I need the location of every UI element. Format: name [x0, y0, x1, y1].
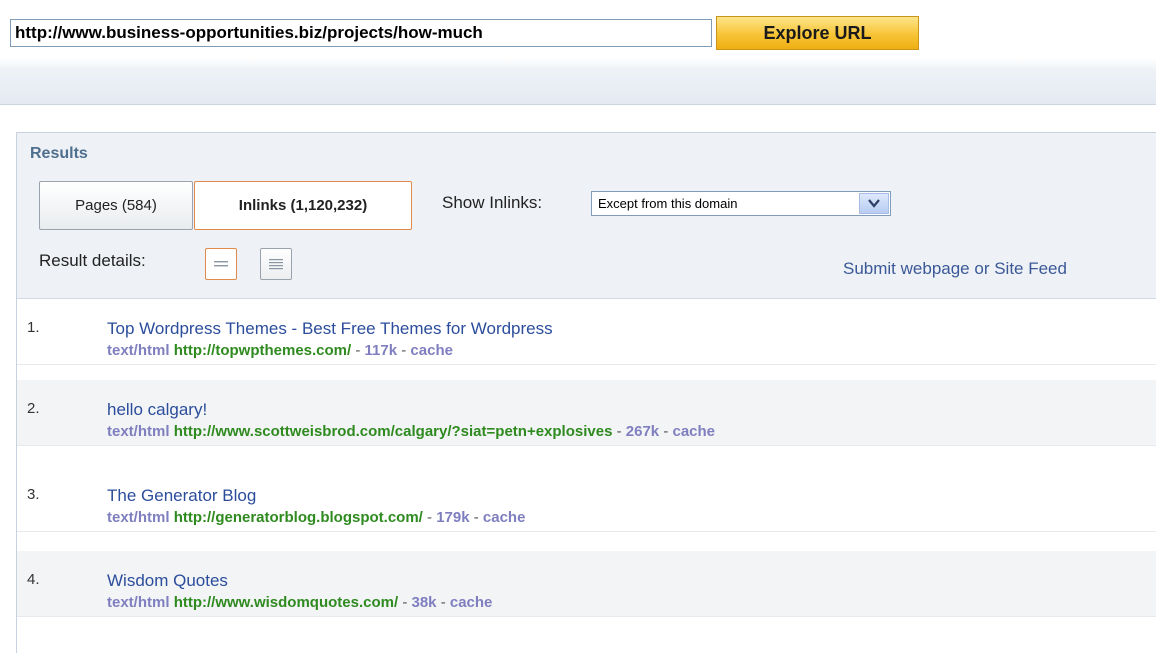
show-inlinks-selected-value: Except from this domain — [598, 196, 738, 211]
result-url-link[interactable]: http://topwpthemes.com/ — [174, 342, 352, 359]
detailed-view-icon — [269, 259, 283, 270]
show-inlinks-label: Show Inlinks: — [442, 193, 543, 212]
separator: - — [355, 342, 361, 359]
url-input[interactable]: http://www.business-opportunities.biz/pr… — [10, 19, 712, 47]
tab-inlinks[interactable]: Inlinks (1,120,232) — [194, 181, 412, 230]
result-size: 38k — [411, 594, 437, 611]
result-title-link[interactable]: The Generator Blog — [107, 486, 256, 506]
separator: - — [427, 509, 433, 526]
result-row: 3. The Generator Blog text/html http://g… — [17, 466, 1156, 532]
result-cache-link[interactable]: cache — [672, 423, 715, 440]
show-inlinks-select[interactable]: Except from this domain — [591, 191, 891, 216]
result-meta: text/html http://topwpthemes.com/ - 117k… — [107, 342, 453, 359]
result-cache-link[interactable]: cache — [450, 594, 493, 611]
results-panel: Results Pages (584) Inlinks (1,120,232) … — [16, 132, 1156, 653]
result-content-type: text/html — [107, 594, 170, 611]
result-size: 179k — [436, 509, 470, 526]
result-title-link[interactable]: Wisdom Quotes — [107, 571, 228, 591]
chevron-down-icon[interactable] — [859, 193, 889, 214]
results-header: Results Pages (584) Inlinks (1,120,232) … — [17, 133, 1156, 299]
result-title-link[interactable]: hello calgary! — [107, 400, 207, 420]
results-title: Results — [30, 145, 88, 162]
result-title-link[interactable]: Top Wordpress Themes - Best Free Themes … — [107, 319, 553, 339]
result-row: 1. Top Wordpress Themes - Best Free Them… — [17, 299, 1156, 365]
submit-webpage-link[interactable]: Submit webpage or Site Feed — [843, 259, 1067, 279]
result-row: 4. Wisdom Quotes text/html http://www.wi… — [17, 551, 1156, 617]
compact-view-button[interactable] — [205, 248, 237, 280]
separator: - — [401, 342, 407, 359]
result-number: 3. — [27, 486, 40, 503]
tab-pages[interactable]: Pages (584) — [39, 181, 193, 230]
result-url-link[interactable]: http://generatorblog.blogspot.com/ — [174, 509, 423, 526]
detailed-view-button[interactable] — [260, 248, 292, 280]
result-meta: text/html http://www.wisdomquotes.com/ -… — [107, 594, 492, 611]
result-content-type: text/html — [107, 342, 170, 359]
result-content-type: text/html — [107, 423, 170, 440]
result-url-link[interactable]: http://www.wisdomquotes.com/ — [174, 594, 398, 611]
result-number: 4. — [27, 571, 40, 588]
result-content-type: text/html — [107, 509, 170, 526]
explore-url-button[interactable]: Explore URL — [716, 16, 919, 50]
result-size: 117k — [364, 342, 398, 359]
separator: - — [663, 423, 669, 440]
result-meta: text/html http://generatorblog.blogspot.… — [107, 509, 525, 526]
separator: - — [616, 423, 622, 440]
result-size: 267k — [625, 423, 660, 440]
result-cache-link[interactable]: cache — [410, 342, 453, 359]
separator: - — [440, 594, 446, 611]
result-number: 2. — [27, 400, 40, 417]
result-url-link[interactable]: http://www.scottweisbrod.com/calgary/?si… — [174, 423, 613, 440]
result-cache-link[interactable]: cache — [483, 509, 526, 526]
result-meta: text/html http://www.scottweisbrod.com/c… — [107, 423, 715, 440]
separator: - — [473, 509, 479, 526]
result-row: 2. hello calgary! text/html http://www.s… — [17, 380, 1156, 446]
compact-view-icon — [214, 261, 228, 267]
result-details-label: Result details: — [39, 251, 146, 270]
top-toolbar: http://www.business-opportunities.biz/pr… — [0, 0, 1156, 105]
separator: - — [402, 594, 408, 611]
result-number: 1. — [27, 319, 40, 336]
